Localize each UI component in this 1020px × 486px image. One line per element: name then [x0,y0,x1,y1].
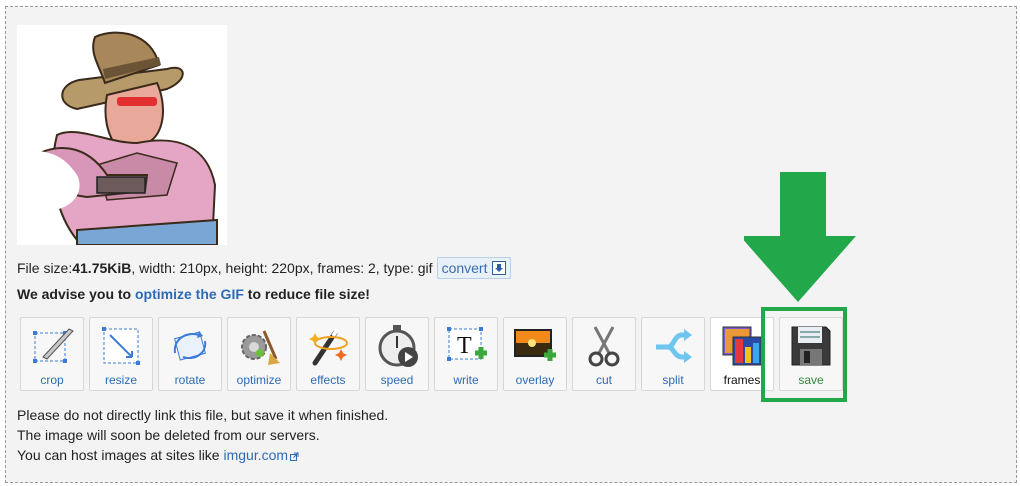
tool-optimize[interactable]: optimize [227,317,291,391]
tool-label: crop [40,373,64,387]
note-line-1: Please do not directly link this file, b… [17,407,389,423]
advice-before: We advise you to [17,286,135,302]
external-link-icon [290,446,299,466]
tool-label: cut [595,373,612,387]
tool-label: effects [310,373,346,387]
note-line-3: You can host images at sites like imgur.… [17,445,388,466]
gif-preview-image [17,25,227,245]
tool-split[interactable]: split [641,317,705,391]
download-arrow-icon [492,261,507,275]
convert-button[interactable]: convert [436,257,512,279]
notes-block: Please do not directly link this file, b… [17,405,388,466]
frames-icon [718,322,766,370]
convert-label: convert [441,260,488,276]
tool-rotate[interactable]: rotate [158,317,222,391]
optimize-gif-link[interactable]: optimize the GIF [135,286,244,302]
svg-text:T: T [457,333,472,359]
tool-write[interactable]: T write [434,317,498,391]
imgur-link[interactable]: imgur.com [224,447,289,463]
tool-label: write [453,373,479,387]
stopwatch-icon [373,322,421,370]
green-down-arrow-icon [744,172,856,302]
tool-label: split [662,373,684,387]
tool-label: speed [380,373,414,387]
tool-bar: crop resize rotate optimize effects spee… [20,317,843,391]
effects-icon [304,322,352,370]
tool-label: overlay [515,373,555,387]
crop-icon [28,322,76,370]
file-info: File size: 41.75KiB, width: 210px, heigh… [17,257,512,279]
file-info-details: , width: 210px, height: 220px, frames: 2… [131,260,433,276]
tool-speed[interactable]: speed [365,317,429,391]
optimize-icon [235,322,283,370]
advice-after: to reduce file size! [243,286,370,302]
tool-label: optimize [236,373,282,387]
save-highlight-box [761,307,847,402]
note-line-3-prefix: You can host images at sites like [17,447,224,463]
split-icon [649,322,697,370]
tool-crop[interactable]: crop [20,317,84,391]
optimize-advice: We advise you to optimize the GIF to red… [17,286,370,302]
resize-icon [97,322,145,370]
write-icon: T [442,322,490,370]
overlay-icon [511,322,559,370]
scissors-icon [580,322,628,370]
tool-label: resize [104,373,137,387]
file-info-prefix: File size: [17,260,73,276]
tool-overlay[interactable]: overlay [503,317,567,391]
file-size-value: 41.75KiB [72,260,132,276]
tool-effects[interactable]: effects [296,317,360,391]
tool-resize[interactable]: resize [89,317,153,391]
tool-label: rotate [174,373,206,387]
tool-cut[interactable]: cut [572,317,636,391]
rotate-icon [166,322,214,370]
tool-label: frames [723,373,761,387]
note-line-2: The image will soon be deleted from our … [17,427,320,443]
